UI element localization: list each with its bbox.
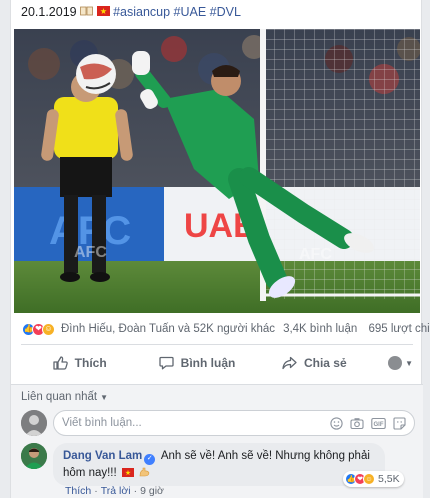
divider xyxy=(21,344,413,345)
flag-vietnam-icon xyxy=(121,467,134,477)
goalkeeper-photo: AFC UAE AFC AFC xyxy=(14,29,420,313)
comment-bubble-icon xyxy=(159,356,174,370)
comments-section: Liên quan nhất▼ GIF xyxy=(11,384,423,498)
comment-reactions[interactable]: 👍 ❤ ☺ 5,5K xyxy=(343,471,404,487)
separator: · xyxy=(94,485,98,497)
comment-sort-label: Liên quan nhất xyxy=(21,391,98,403)
avatar xyxy=(388,356,403,370)
shares-count[interactable]: 695 lượt chia sẻ xyxy=(368,323,430,335)
engagement-counts: 3,4K bình luận 695 lượt chia sẻ xyxy=(275,323,430,335)
haha-reaction-icon: ☺ xyxy=(363,473,375,485)
comment-reaction-count: 5,5K xyxy=(378,473,400,485)
comment-composer: GIF xyxy=(21,408,415,438)
gif-icon[interactable]: GIF xyxy=(371,417,386,430)
comment-input-box[interactable]: GIF xyxy=(53,410,415,436)
reactor-names[interactable]: Đình Hiếu, Đoàn Tuấn và 52K người khác xyxy=(61,323,275,335)
comment-meta: Thích · Trả lời · 9 giờ xyxy=(65,485,164,497)
reactions-summary[interactable]: 👍 ❤ ☺ Đình Hiếu, Đoàn Tuấn và 52K người … xyxy=(11,316,430,342)
share-label: Chia sẻ xyxy=(303,356,347,370)
post-photo[interactable]: AFC UAE AFC AFC xyxy=(14,29,420,313)
composer-tools: GIF xyxy=(323,416,406,430)
camera-icon[interactable] xyxy=(350,417,364,430)
thumbs-up-icon xyxy=(53,356,68,370)
comment-input[interactable] xyxy=(62,417,323,429)
audience-selector[interactable]: ▼ xyxy=(373,356,413,370)
comment-time[interactable]: 9 giờ xyxy=(140,485,164,497)
post-card: 20.1.2019 #asiancup #UAE #DVL AFC UAE AF… xyxy=(10,0,430,498)
share-arrow-icon xyxy=(282,356,297,370)
reaction-icons: 👍 ❤ ☺ xyxy=(22,322,55,336)
post-caption: 20.1.2019 #asiancup #UAE #DVL xyxy=(21,5,241,19)
svg-text:AFC: AFC xyxy=(74,244,107,261)
comment-author[interactable]: Dang Van Lam xyxy=(63,450,142,462)
post-hashtags[interactable]: #asiancup #UAE #DVL xyxy=(113,5,241,19)
verified-badge-icon: ✓ xyxy=(144,453,156,465)
comment-like-link[interactable]: Thích xyxy=(65,485,91,497)
svg-text:AFC: AFC xyxy=(299,246,332,263)
like-button[interactable]: Thích xyxy=(21,350,138,376)
separator: · xyxy=(133,485,138,497)
book-icon xyxy=(80,6,93,19)
comment-bubble: Dang Van Lam ✓ Anh sẽ về! Anh sẽ về! Nhưn… xyxy=(53,443,385,486)
smiley-icon[interactable] xyxy=(330,416,343,430)
post-actions: Thích Bình luận Chia sẻ ▼ xyxy=(21,348,413,378)
comment-reply-link[interactable]: Trả lời xyxy=(101,485,131,497)
comments-count[interactable]: 3,4K bình luận xyxy=(283,323,357,335)
avatar[interactable] xyxy=(21,410,47,436)
like-label: Thích xyxy=(74,356,107,370)
comment-button[interactable]: Bình luận xyxy=(138,350,255,376)
muscle-emoji-icon xyxy=(139,467,150,477)
comment-sort-dropdown[interactable]: Liên quan nhất ▼ xyxy=(21,391,108,403)
chevron-down-icon: ▼ xyxy=(100,393,109,402)
flag-vietnam-icon xyxy=(96,6,110,19)
svg-text:GIF: GIF xyxy=(374,422,384,428)
haha-reaction-icon: ☺ xyxy=(42,322,55,336)
post-date: 20.1.2019 xyxy=(21,5,77,19)
sticker-icon[interactable] xyxy=(393,416,406,430)
avatar[interactable] xyxy=(21,443,47,469)
comment-label: Bình luận xyxy=(180,356,236,370)
share-button[interactable]: Chia sẻ xyxy=(256,350,373,376)
chevron-down-icon: ▼ xyxy=(405,358,413,368)
